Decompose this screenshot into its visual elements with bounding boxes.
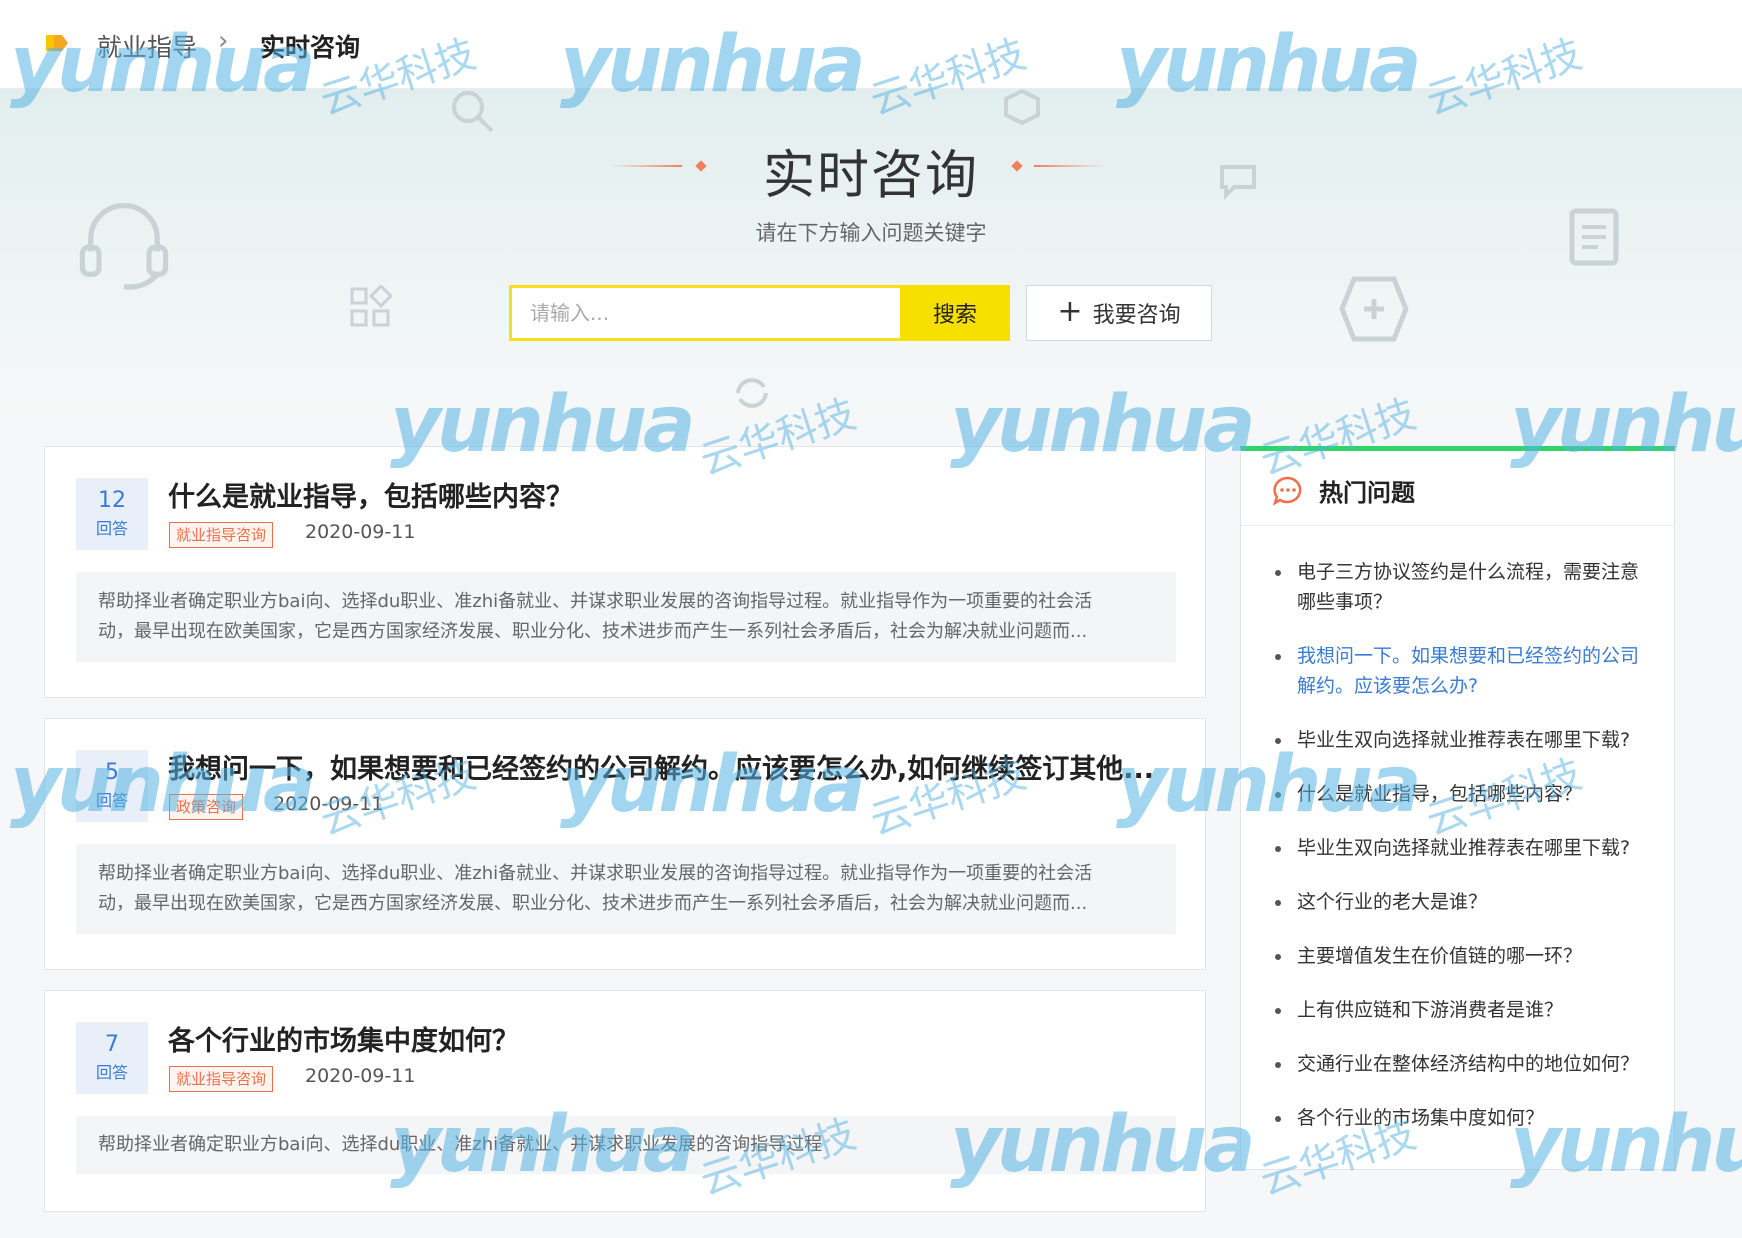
hot-question-item[interactable]: 电子三方协议签约是什么流程，需要注意哪些事项？ bbox=[1273, 557, 1653, 617]
refresh-icon bbox=[736, 378, 768, 408]
hot-question-item[interactable]: 什么是就业指导，包括哪些内容？ bbox=[1273, 779, 1653, 809]
answer-count-badge: 7 回答 bbox=[76, 1022, 148, 1094]
answer-count-label: 回答 bbox=[95, 519, 128, 538]
answer-count-badge: 12 回答 bbox=[76, 478, 148, 550]
question-title[interactable]: 各个行业的市场集中度如何？ bbox=[168, 1019, 1188, 1058]
excerpt-line: 帮助择业者确定职业方bai向、选择du职业、准zhi备就业、并谋求职业发展的咨询… bbox=[98, 1134, 823, 1155]
question-title[interactable]: 我想问一下，如果想要和已经签约的公司解约。应该要怎么办,如何继续签订其他... bbox=[168, 747, 1188, 786]
hero-banner: 实时咨询 请在下方输入问题关键字 搜索 + 我要咨询 bbox=[0, 89, 1742, 419]
hot-question-item[interactable]: 毕业生双向选择就业推荐表在哪里下载? bbox=[1273, 725, 1653, 755]
ask-question-label: 我要咨询 bbox=[1092, 303, 1181, 328]
category-tag[interactable]: 政策咨询 bbox=[169, 794, 244, 820]
box-icon bbox=[1004, 89, 1040, 126]
excerpt-line: 动，最早出现在欧美国家，它是西方国家经济发展、职业分化、技术进步而产生一系列社会… bbox=[98, 893, 1088, 914]
hot-question-item[interactable]: 上有供应链和下游消费者是谁？ bbox=[1273, 995, 1653, 1025]
page-title: 实时咨询 bbox=[762, 146, 979, 206]
answer-count: 5 bbox=[105, 760, 119, 785]
ask-question-button[interactable]: + 我要咨询 bbox=[1026, 285, 1212, 341]
flag-icon bbox=[46, 35, 68, 51]
category-tag[interactable]: 就业指导咨询 bbox=[169, 1066, 274, 1092]
question-excerpt: 帮助择业者确定职业方bai向、选择du职业、准zhi备就业、并谋求职业发展的咨询… bbox=[76, 572, 1176, 662]
hot-questions-list: 电子三方协议签约是什么流程，需要注意哪些事项？ 我想问一下。如果想要和已经签约的… bbox=[1273, 557, 1653, 1157]
category-tag[interactable]: 就业指导咨询 bbox=[169, 522, 274, 548]
hot-questions-title: 热门问题 bbox=[1319, 479, 1415, 507]
breadcrumb: 就业指导 › 实时咨询 bbox=[0, 0, 1742, 89]
answer-count-label: 回答 bbox=[95, 791, 128, 810]
hot-question-item[interactable]: 毕业生双向选择就业推荐表在哪里下载? bbox=[1273, 833, 1653, 863]
question-excerpt: 帮助择业者确定职业方bai向、选择du职业、准zhi备就业、并谋求职业发展的咨询… bbox=[76, 1116, 1176, 1174]
excerpt-line: 帮助择业者确定职业方bai向、选择du职业、准zhi备就业、并谋求职业发展的咨询… bbox=[98, 863, 1093, 884]
breadcrumb-home-link[interactable]: 就业指导 bbox=[97, 28, 197, 64]
chat-bubble-icon bbox=[1272, 476, 1302, 506]
question-date: 2020-09-11 bbox=[305, 1065, 416, 1087]
hot-question-item[interactable]: 主要增值发生在价值链的哪一环？ bbox=[1273, 941, 1653, 971]
search-input[interactable] bbox=[512, 288, 902, 338]
excerpt-line: 帮助择业者确定职业方bai向、选择du职业、准zhi备就业、并谋求职业发展的咨询… bbox=[98, 591, 1093, 612]
question-card[interactable]: 7 回答 各个行业的市场集中度如何？ 就业指导咨询 2020-09-11 帮助择… bbox=[44, 990, 1206, 1212]
search-field bbox=[509, 285, 905, 341]
chevron-right-icon: › bbox=[218, 26, 229, 56]
question-card[interactable]: 5 回答 我想问一下，如果想要和已经签约的公司解约。应该要怎么办,如何继续签订其… bbox=[44, 718, 1206, 970]
question-title[interactable]: 什么是就业指导，包括哪些内容？ bbox=[168, 475, 1188, 514]
hot-questions-panel: 热门问题 电子三方协议签约是什么流程，需要注意哪些事项？ 我想问一下。如果想要和… bbox=[1240, 446, 1675, 1170]
hot-question-item[interactable]: 各个行业的市场集中度如何？ bbox=[1273, 1103, 1653, 1133]
question-card[interactable]: 12 回答 什么是就业指导，包括哪些内容？ 就业指导咨询 2020-09-11 … bbox=[44, 446, 1206, 698]
medical-icon bbox=[1339, 276, 1409, 342]
answer-count: 12 bbox=[98, 488, 126, 513]
breadcrumb-current: 实时咨询 bbox=[260, 33, 361, 62]
hot-question-item[interactable]: 这个行业的老大是谁？ bbox=[1273, 887, 1653, 917]
page-subtitle: 请在下方输入问题关键字 bbox=[755, 221, 987, 245]
title-decoration-right bbox=[1034, 165, 1106, 167]
answer-count-label: 回答 bbox=[95, 1063, 128, 1082]
hot-questions-header: 热门问题 bbox=[1241, 451, 1674, 526]
hot-question-item[interactable]: 交通行业在整体经济结构中的地位如何？ bbox=[1273, 1049, 1653, 1079]
plus-icon: + bbox=[1057, 293, 1083, 329]
answer-count-badge: 5 回答 bbox=[76, 750, 148, 822]
question-excerpt: 帮助择业者确定职业方bai向、选择du职业、准zhi备就业、并谋求职业发展的咨询… bbox=[76, 844, 1176, 934]
hot-question-item[interactable]: 我想问一下。如果想要和已经签约的公司解约。应该要怎么办? bbox=[1273, 641, 1653, 701]
question-date: 2020-09-11 bbox=[273, 793, 384, 815]
search-button[interactable]: 搜索 bbox=[900, 285, 1010, 341]
grid-icon bbox=[350, 285, 392, 327]
question-date: 2020-09-11 bbox=[305, 521, 416, 543]
magnifier-icon bbox=[452, 91, 494, 133]
answer-count: 7 bbox=[105, 1032, 119, 1057]
excerpt-line: 动，最早出现在欧美国家，它是西方国家经济发展、职业分化、技术进步而产生一系列社会… bbox=[98, 621, 1088, 642]
